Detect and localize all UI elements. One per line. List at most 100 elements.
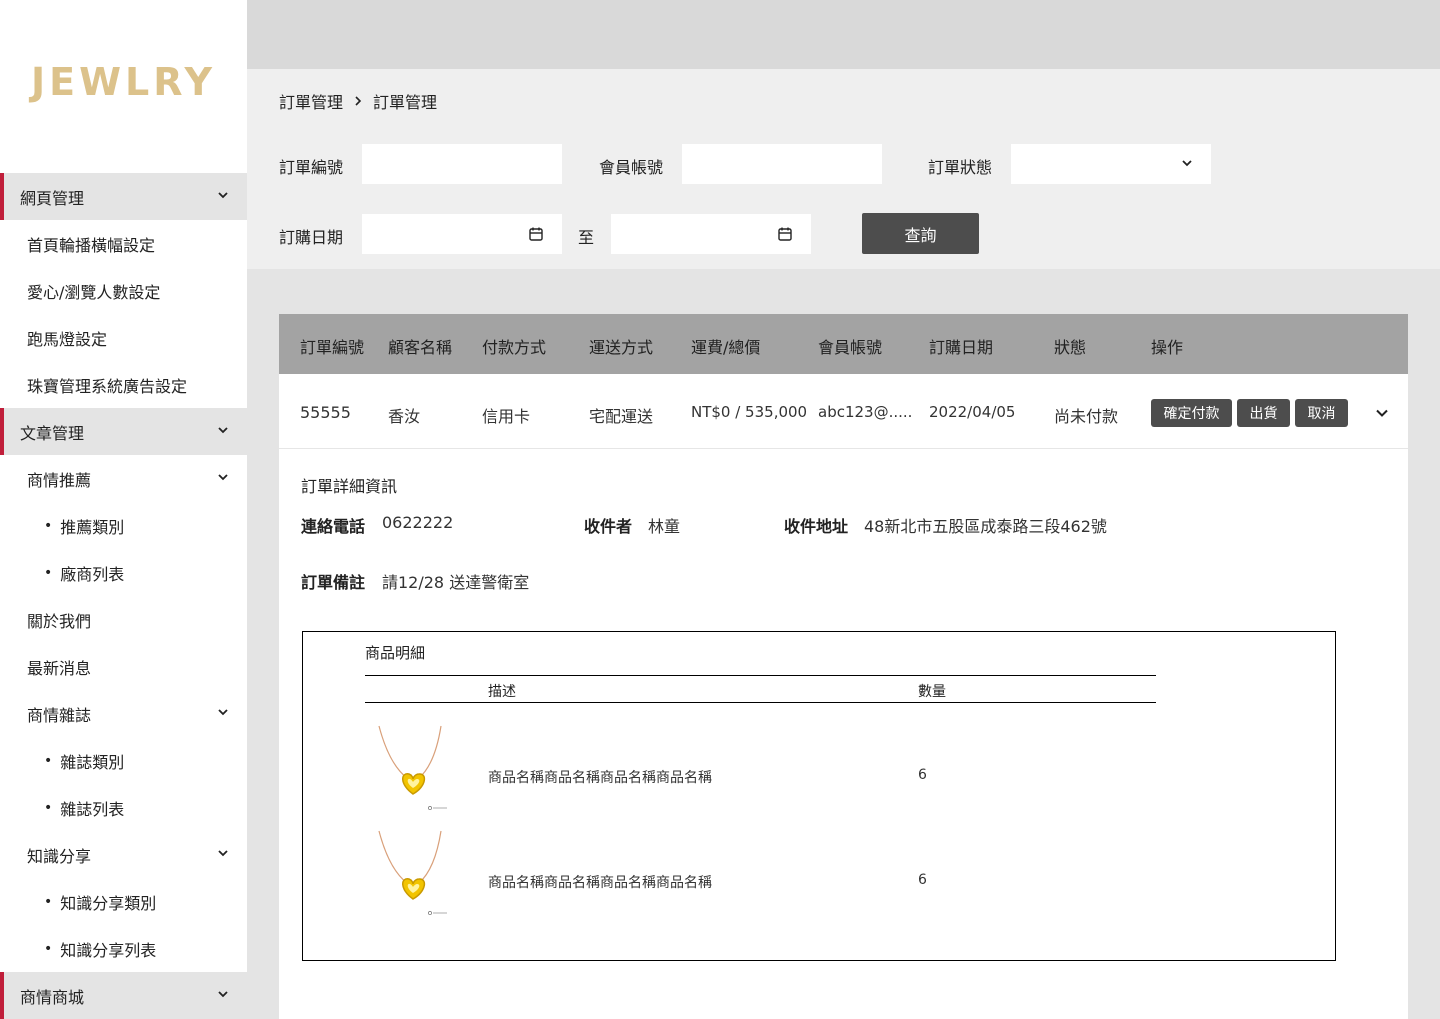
bullet-icon: • xyxy=(44,893,53,910)
sidebar-item-label: 愛心/瀏覽人數設定 xyxy=(27,282,161,302)
bullet-icon: • xyxy=(44,940,53,957)
bullet-icon: • xyxy=(44,517,53,534)
divider xyxy=(365,675,1156,676)
sidebar-item-11[interactable]: 商情雜誌 xyxy=(0,690,247,737)
breadcrumb-parent[interactable]: 訂單管理 xyxy=(279,89,343,113)
goods-name: 商品名稱商品名稱商品名稱商品名稱 xyxy=(488,770,712,786)
col-order-no: 訂單編號 xyxy=(300,338,365,357)
sidebar-item-17[interactable]: 商情商城 xyxy=(0,972,247,1019)
sidebar-item-label: 雜誌類別 xyxy=(60,752,125,772)
heart-necklace-icon xyxy=(378,830,447,915)
chevron-down-icon[interactable] xyxy=(217,847,229,859)
member-input[interactable] xyxy=(682,144,882,184)
sidebar: JEWLRY 網頁管理 首頁輪播橫幅設定愛心/瀏覽人數設定 跑馬燈設定珠寶管理系統廣… xyxy=(0,0,247,1019)
recipient-label: 收件者 xyxy=(584,517,633,536)
bullet-icon: • xyxy=(44,752,53,769)
confirm-payment-button[interactable]: 確定付款 xyxy=(1151,399,1232,427)
sidebar-item-5[interactable]: 文章管理 xyxy=(0,408,247,455)
date-to-label: 至 xyxy=(578,228,595,247)
address-value: 48新北市五股區成泰路三段462號 xyxy=(864,517,1107,536)
sidebar-item-10[interactable]: 最新消息 xyxy=(0,643,247,690)
sidebar-item-9[interactable]: 關於我們 xyxy=(0,596,247,643)
phone-value: 0622222 xyxy=(382,513,454,532)
bullet-icon: • xyxy=(44,564,53,581)
heart-necklace-icon xyxy=(378,725,447,810)
order-no-input[interactable] xyxy=(362,144,562,184)
sidebar-item-14[interactable]: 知識分享 xyxy=(0,831,247,878)
sidebar-item-label: 文章管理 xyxy=(20,423,85,443)
cell-price: NT$0 / 535,000 xyxy=(691,403,808,421)
sidebar-item-6[interactable]: 商情推薦 xyxy=(0,455,247,502)
table-row[interactable]: 55555 香汝 信用卡 宅配運送 NT$0 / 535,000 abc123@… xyxy=(279,374,1408,449)
sidebar-nav: 網頁管理 首頁輪播橫幅設定愛心/瀏覽人數設定 跑馬燈設定珠寶管理系統廣告設定文章管理… xyxy=(0,173,247,1019)
brand-logo[interactable]: JEWLRY xyxy=(0,60,247,104)
note-value: 請12/28 送達警衛室 xyxy=(382,573,530,592)
col-date: 訂購日期 xyxy=(929,338,994,357)
chevron-down-icon[interactable] xyxy=(217,988,229,1000)
query-button[interactable]: 查詢 xyxy=(862,213,979,254)
sidebar-item-label: 雜誌列表 xyxy=(60,799,125,819)
filter-panel: 訂單管理 訂單管理 訂單編號 會員帳號 訂單狀態 訂購日期 至 查詢 xyxy=(247,69,1440,269)
sidebar-item-2[interactable]: 愛心/瀏覽人數設定 xyxy=(0,267,247,314)
sidebar-item-label: 最新消息 xyxy=(27,658,92,678)
cell-shipping: 宅配運送 xyxy=(589,407,654,426)
ship-button[interactable]: 出貨 xyxy=(1237,399,1290,427)
cell-member: abc123@..... xyxy=(818,403,913,421)
cancel-button[interactable]: 取消 xyxy=(1295,399,1348,427)
chevron-down-icon[interactable] xyxy=(217,706,229,718)
sidebar-item-label: 知識分享列表 xyxy=(60,940,157,960)
recipient-value: 林童 xyxy=(648,517,681,536)
sidebar-item-label: 商情推薦 xyxy=(27,470,92,490)
goods-qty: 6 xyxy=(918,767,927,783)
chevron-down-icon[interactable] xyxy=(217,424,229,436)
col-member: 會員帳號 xyxy=(818,338,883,357)
chevron-down-icon[interactable] xyxy=(217,189,229,201)
table-header: 訂單編號 顧客名稱 付款方式 運送方式 運費/總價 會員帳號 訂購日期 狀態 操… xyxy=(279,314,1408,374)
sidebar-item-4[interactable]: 珠寶管理系統廣告設定 xyxy=(0,361,247,408)
sidebar-item-1[interactable]: 首頁輪播橫幅設定 xyxy=(0,220,247,267)
divider xyxy=(365,702,1156,703)
sidebar-item-label: 商情雜誌 xyxy=(27,705,92,725)
col-customer: 顧客名稱 xyxy=(388,338,453,357)
calendar-icon[interactable] xyxy=(528,226,544,242)
goods-col-desc: 描述 xyxy=(488,684,516,700)
goods-detail-box: 商品明細 描述 數量 商品名稱商品名稱商品名稱商品名稱 6 商品名稱商品名稱商品… xyxy=(302,631,1336,961)
sidebar-item-label: 知識分享類別 xyxy=(60,893,157,913)
sidebar-item-8[interactable]: • 廠商列表 xyxy=(0,549,247,596)
note-label: 訂單備註 xyxy=(301,573,366,592)
detail-title: 訂單詳細資訊 xyxy=(301,477,398,496)
cell-customer: 香汝 xyxy=(388,407,421,426)
list-item: 商品名稱商品名稱商品名稱商品名稱 6 xyxy=(365,724,1156,824)
sidebar-item-16[interactable]: • 知識分享列表 xyxy=(0,925,247,972)
goods-title: 商品明細 xyxy=(365,644,426,662)
sidebar-item-12[interactable]: • 雜誌類別 xyxy=(0,737,247,784)
breadcrumb: 訂單管理 訂單管理 xyxy=(279,89,437,113)
chevron-down-icon[interactable] xyxy=(1375,406,1389,420)
top-bar xyxy=(247,0,1440,69)
date-from-input[interactable] xyxy=(362,214,562,254)
sidebar-item-15[interactable]: • 知識分享類別 xyxy=(0,878,247,925)
status-label: 訂單狀態 xyxy=(928,158,993,177)
bullet-icon: • xyxy=(44,799,53,816)
calendar-icon[interactable] xyxy=(777,226,793,242)
sidebar-item-13[interactable]: • 雜誌列表 xyxy=(0,784,247,831)
date-to-input[interactable] xyxy=(611,214,811,254)
sidebar-item-label: 知識分享 xyxy=(27,846,92,866)
sidebar-item-7[interactable]: • 推薦類別 xyxy=(0,502,247,549)
goods-name: 商品名稱商品名稱商品名稱商品名稱 xyxy=(488,875,712,891)
breadcrumb-current: 訂單管理 xyxy=(373,93,438,112)
col-status: 狀態 xyxy=(1054,338,1087,357)
cell-payment: 信用卡 xyxy=(482,407,531,426)
col-price: 運費/總價 xyxy=(691,338,761,357)
sidebar-item-label: 跑馬燈設定 xyxy=(27,329,108,349)
order-no-label: 訂單編號 xyxy=(279,158,344,177)
sidebar-item-0[interactable]: 網頁管理 xyxy=(0,173,247,220)
sidebar-item-label: 推薦類別 xyxy=(60,517,125,537)
col-payment: 付款方式 xyxy=(482,338,547,357)
address-label: 收件地址 xyxy=(784,517,849,536)
status-select[interactable] xyxy=(1011,144,1211,184)
col-actions: 操作 xyxy=(1151,338,1184,357)
col-shipping: 運送方式 xyxy=(589,338,654,357)
sidebar-item-3[interactable]: 跑馬燈設定 xyxy=(0,314,247,361)
chevron-down-icon[interactable] xyxy=(217,471,229,483)
